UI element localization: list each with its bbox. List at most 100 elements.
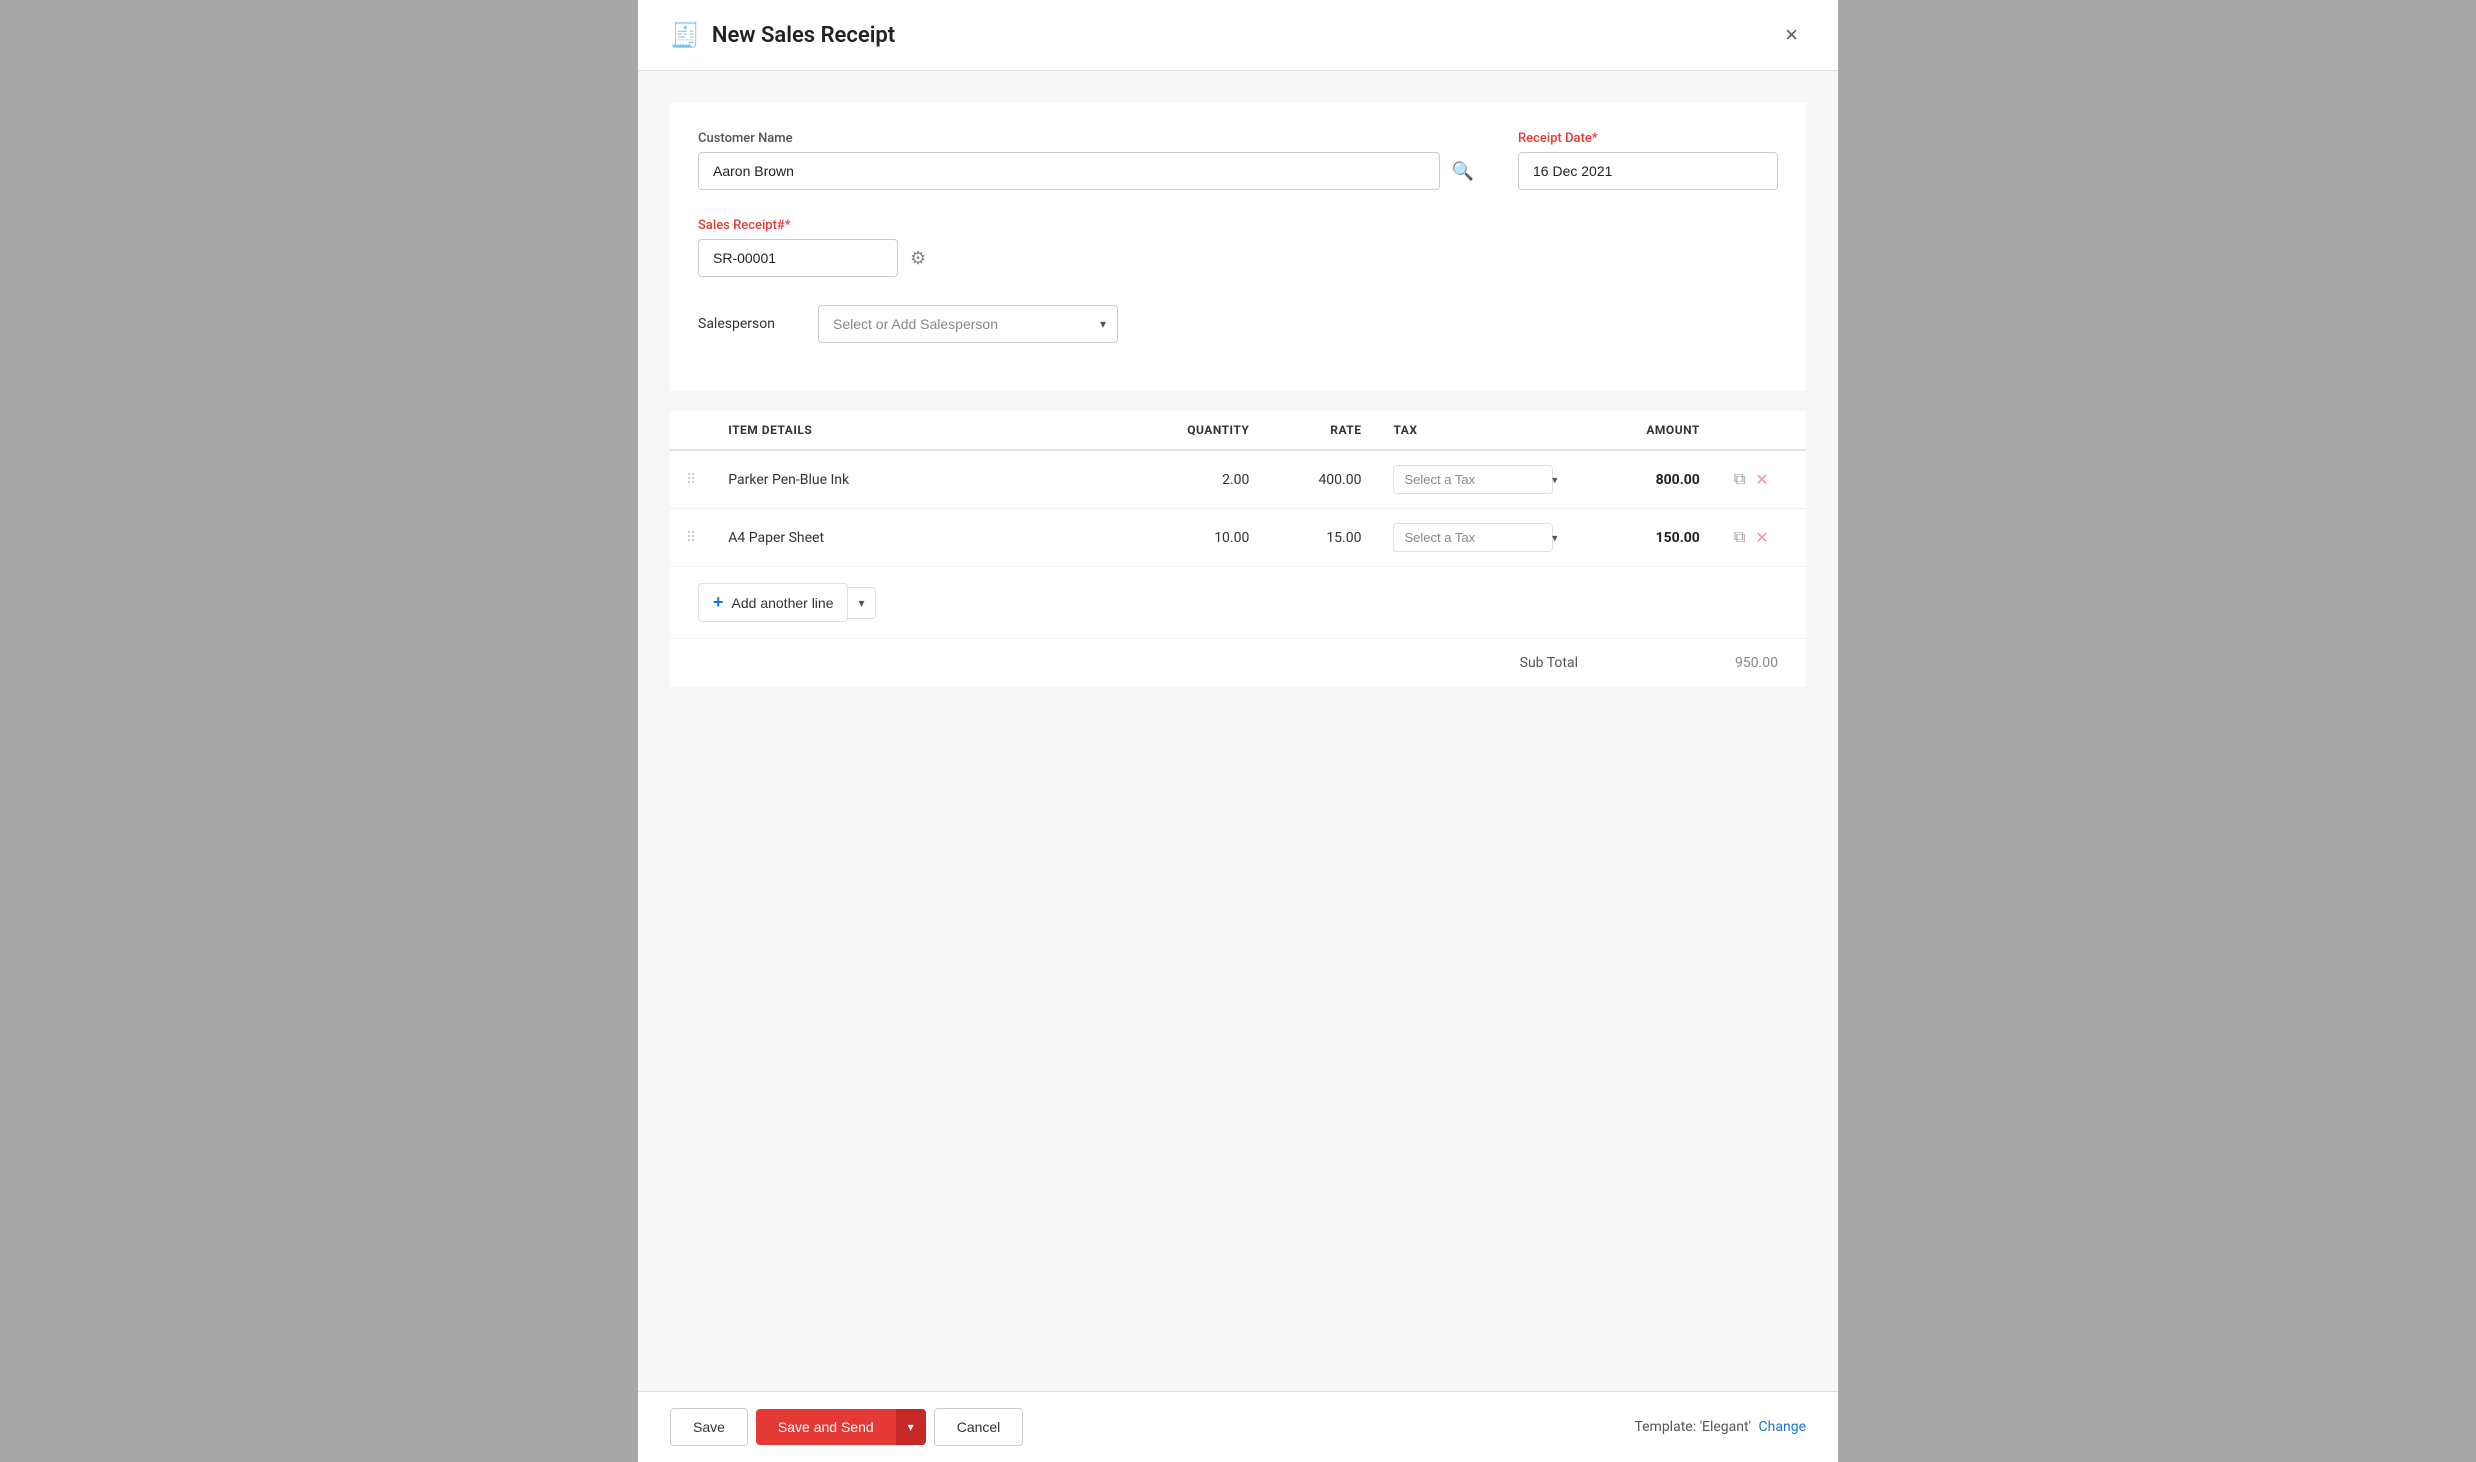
modal-title: New Sales Receipt — [712, 23, 895, 48]
modal-header: 🧾 New Sales Receipt × — [638, 0, 1838, 71]
rate-header: RATE — [1265, 411, 1377, 450]
item-name-cell-2[interactable]: A4 Paper Sheet — [712, 509, 1152, 567]
form-row-receipt-num: Sales Receipt#* ⚙ — [698, 218, 1778, 277]
add-line-section: + Add another line ▾ — [670, 567, 1806, 638]
tax-select-1[interactable]: Select a Tax Select Tax — [1393, 465, 1553, 494]
plus-circle-icon: + — [713, 592, 724, 613]
cancel-button[interactable]: Cancel — [934, 1408, 1024, 1446]
change-template-link[interactable]: Change — [1759, 1419, 1806, 1435]
receipt-date-input[interactable] — [1518, 152, 1778, 190]
tax-cell-1: Select a Tax Select Tax ▾ — [1377, 450, 1581, 509]
save-and-send-dropdown-button[interactable]: ▾ — [896, 1409, 926, 1445]
delete-row-button-1[interactable]: ✕ — [1753, 468, 1770, 492]
customer-input-wrapper: 🔍 — [698, 152, 1478, 190]
add-line-button[interactable]: + Add another line — [698, 583, 848, 622]
save-send-chevron-icon: ▾ — [908, 1420, 914, 1434]
subtotal-row: Sub Total 950.00 — [670, 638, 1806, 687]
new-sales-receipt-modal: 🧾 New Sales Receipt × Customer Name 🔍 — [638, 0, 1838, 1462]
template-name: 'Elegant' — [1700, 1419, 1751, 1435]
gear-icon: ⚙ — [910, 248, 926, 268]
delete-row-button-2[interactable]: ✕ — [1753, 526, 1770, 550]
add-line-chevron-icon: ▾ — [858, 596, 864, 610]
salesperson-row: Salesperson Select or Add Salesperson ▾ — [698, 305, 1778, 343]
rate-cell-2[interactable]: 15.00 — [1265, 509, 1377, 567]
delete-icon-1: ✕ — [1755, 472, 1768, 489]
receipt-date-label: Receipt Date* — [1518, 131, 1778, 146]
subtotal-value: 950.00 — [1658, 655, 1778, 671]
rate-value: 400.00 — [1318, 472, 1361, 488]
add-line-label: Add another line — [732, 595, 834, 611]
amount-cell-2: 150.00 — [1581, 509, 1715, 567]
save-and-send-button[interactable]: Save and Send — [756, 1409, 896, 1445]
row-actions-1: ⧉ ✕ — [1732, 468, 1790, 492]
tax-header: TAX — [1377, 411, 1581, 450]
tax-select-wrapper-1: Select a Tax Select Tax ▾ — [1393, 465, 1565, 494]
form-section: Customer Name 🔍 Receipt Date* — [670, 103, 1806, 391]
receipt-date-group: Receipt Date* — [1518, 131, 1778, 190]
quantity-value-2: 10.00 — [1214, 530, 1249, 546]
save-button[interactable]: Save — [670, 1408, 748, 1446]
salesperson-select[interactable]: Select or Add Salesperson — [818, 305, 1118, 343]
table-row: ⠿ A4 Paper Sheet 10.00 15.00 — [670, 509, 1806, 567]
tax-select-wrapper-2: Select a Tax Select Tax ▾ — [1393, 523, 1565, 552]
amount-header: AMOUNT — [1581, 411, 1715, 450]
sales-receipt-group: Sales Receipt#* ⚙ — [698, 218, 930, 277]
amount-cell-1: 800.00 — [1581, 450, 1715, 509]
actions-header — [1716, 411, 1806, 450]
settings-button[interactable]: ⚙ — [906, 244, 930, 273]
copy-icon-2: ⧉ — [1734, 529, 1745, 546]
drag-handle-icon-2: ⠿ — [686, 530, 696, 546]
rate-cell[interactable]: 400.00 — [1265, 450, 1377, 509]
salesperson-select-wrapper: Select or Add Salesperson ▾ — [818, 305, 1118, 343]
drag-handle-cell-2: ⠿ — [670, 509, 712, 567]
amount-value-1: 800.00 — [1656, 472, 1700, 488]
customer-name-label: Customer Name — [698, 131, 1478, 146]
add-line-wrapper: + Add another line ▾ — [698, 583, 1778, 622]
copy-icon-1: ⧉ — [1734, 471, 1745, 488]
table-row: ⠿ Parker Pen-Blue Ink 2.00 400.00 — [670, 450, 1806, 509]
copy-row-button-1[interactable]: ⧉ — [1732, 469, 1747, 491]
close-button[interactable]: × — [1777, 18, 1806, 52]
title-row: 🧾 New Sales Receipt — [670, 21, 895, 49]
row-actions-cell-1: ⧉ ✕ — [1716, 450, 1806, 509]
quantity-cell-2[interactable]: 10.00 — [1153, 509, 1266, 567]
quantity-header: QUANTITY — [1153, 411, 1266, 450]
add-line-dropdown-button[interactable]: ▾ — [848, 587, 875, 619]
amount-value-2: 150.00 — [1656, 530, 1700, 546]
item-name-2: A4 Paper Sheet — [728, 530, 824, 546]
rate-value-2: 15.00 — [1326, 530, 1361, 546]
subtotal-label: Sub Total — [1520, 655, 1578, 671]
drag-handle-icon: ⠿ — [686, 472, 696, 488]
items-table: ITEM DETAILS QUANTITY RATE TAX AMOUNT — [670, 411, 1806, 567]
modal-footer: Save Save and Send ▾ Cancel Template: 'E… — [638, 1391, 1838, 1462]
customer-name-input[interactable] — [698, 152, 1440, 190]
sales-receipt-label: Sales Receipt#* — [698, 218, 930, 233]
item-name-cell[interactable]: Parker Pen-Blue Ink — [712, 450, 1152, 509]
receipt-num-wrapper: ⚙ — [698, 239, 930, 277]
receipt-icon: 🧾 — [670, 21, 700, 49]
quantity-cell[interactable]: 2.00 — [1153, 450, 1266, 509]
row-actions-2: ⧉ ✕ — [1732, 526, 1790, 550]
items-table-section: ITEM DETAILS QUANTITY RATE TAX AMOUNT — [670, 411, 1806, 687]
quantity-value: 2.00 — [1222, 472, 1249, 488]
template-prefix: Template: — [1634, 1419, 1696, 1435]
sales-receipt-input[interactable] — [698, 239, 898, 277]
row-actions-cell-2: ⧉ ✕ — [1716, 509, 1806, 567]
customer-name-group: Customer Name 🔍 — [698, 131, 1478, 190]
salesperson-label: Salesperson — [698, 316, 798, 332]
item-name: Parker Pen-Blue Ink — [728, 472, 849, 488]
copy-row-button-2[interactable]: ⧉ — [1732, 527, 1747, 549]
search-icon: 🔍 — [1452, 161, 1474, 181]
customer-search-button[interactable]: 🔍 — [1448, 157, 1478, 186]
footer-right: Template: 'Elegant' Change — [1634, 1419, 1806, 1435]
tax-cell-2: Select a Tax Select Tax ▾ — [1377, 509, 1581, 567]
delete-icon-2: ✕ — [1755, 530, 1768, 547]
modal-body: Customer Name 🔍 Receipt Date* — [638, 71, 1838, 1391]
form-row-customer-date: Customer Name 🔍 Receipt Date* — [698, 131, 1778, 190]
item-details-header: ITEM DETAILS — [712, 411, 1152, 450]
tax-select-2[interactable]: Select a Tax Select Tax — [1393, 523, 1553, 552]
drag-header — [670, 411, 712, 450]
table-header-row: ITEM DETAILS QUANTITY RATE TAX AMOUNT — [670, 411, 1806, 450]
footer-left: Save Save and Send ▾ Cancel — [670, 1408, 1023, 1446]
save-send-group: Save and Send ▾ — [756, 1409, 926, 1445]
